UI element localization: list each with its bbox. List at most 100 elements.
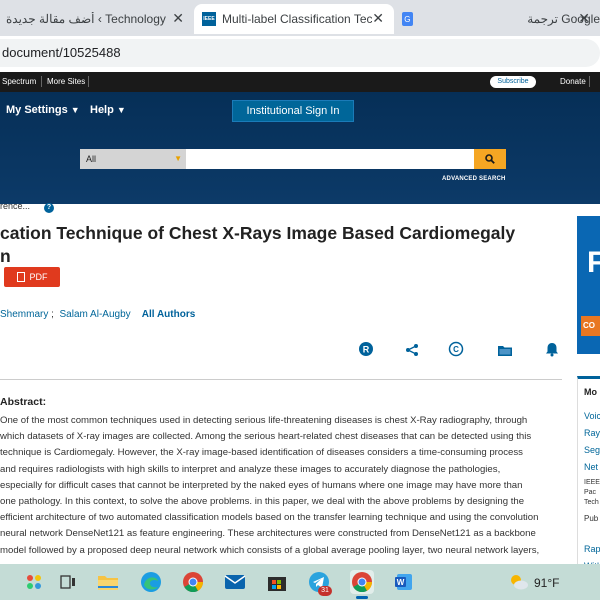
- svg-text:W: W: [397, 578, 405, 587]
- help-label: Help: [90, 104, 114, 116]
- copyright-button[interactable]: C: [447, 340, 465, 358]
- related-article-link[interactable]: Voic: [584, 411, 600, 421]
- bell-icon: [546, 342, 558, 356]
- file-explorer-icon[interactable]: [96, 570, 120, 594]
- author-list: Shemmary ; Salam Al-Augby All Authors: [0, 309, 196, 320]
- search-input[interactable]: [186, 149, 474, 169]
- author-link[interactable]: Shemmary: [0, 309, 48, 320]
- help-menu[interactable]: Help ▼: [90, 104, 126, 116]
- browser-tab-ieee-article[interactable]: IEEE Multi-label Classification Techni ✕: [194, 4, 394, 34]
- browser-toolbar: document/10525488: [0, 36, 600, 70]
- abstract-heading: Abstract:: [0, 396, 47, 408]
- address-bar[interactable]: document/10525488: [0, 39, 600, 67]
- related-article-link[interactable]: Rap: [584, 544, 600, 554]
- related-article-link[interactable]: Seg: [584, 445, 600, 455]
- chevron-down-icon: ▼: [116, 105, 126, 115]
- abstract-line: one pathology. In this context, to solve…: [0, 496, 525, 508]
- chrome-icon[interactable]: [181, 570, 205, 594]
- pdf-button[interactable]: PDF: [4, 267, 60, 287]
- windows-taskbar: 31 W 91°F: [0, 564, 600, 600]
- related-meta: Tech: [584, 499, 599, 506]
- search-button[interactable]: [474, 149, 506, 169]
- abstract-body: One of the most common techniques used i…: [0, 413, 560, 559]
- panel-heading: Mo: [584, 387, 597, 397]
- my-settings-label: My Settings: [6, 104, 68, 116]
- subscribe-button[interactable]: Subscribe: [490, 76, 536, 88]
- related-article-link[interactable]: Net: [584, 462, 598, 472]
- breadcrumb-text[interactable]: rence...: [0, 201, 30, 211]
- caret-down-icon: ▼: [174, 154, 182, 163]
- google-translate-favicon-icon: G: [402, 12, 413, 26]
- pdf-label: PDF: [29, 272, 48, 282]
- ad-letter: F: [587, 246, 600, 279]
- alerts-button[interactable]: [543, 340, 561, 358]
- active-app-indicator: [356, 596, 368, 599]
- tab-label: أضف مقالة جديدة ‹ Technology: [6, 12, 166, 26]
- title-line: cation Technique of Chest X-Rays Image B…: [0, 223, 516, 243]
- browser-tab-strip: أضف مقالة جديدة ‹ Technology ✕ IEEE Mult…: [0, 0, 600, 36]
- divider: [88, 76, 89, 87]
- abstract-line: especially for difficult cases that cann…: [0, 479, 523, 491]
- chevron-down-icon: ▼: [70, 105, 80, 115]
- ad-button[interactable]: CO: [581, 316, 600, 336]
- help-icon[interactable]: ?: [44, 203, 55, 213]
- close-tab-icon[interactable]: ✕: [372, 10, 384, 27]
- abstract-line: model followed by a proposed deep neural…: [0, 544, 540, 556]
- more-like-this-panel: Mo Voic Ray Seg Net IEEE Pac Tech Pub Ra…: [577, 376, 600, 576]
- ieee-top-bar: Spectrum More Sites Subscribe Donate: [0, 72, 600, 92]
- search-scope-value: All: [86, 154, 97, 164]
- search-icon: [485, 154, 495, 164]
- institutional-sign-in-button[interactable]: Institutional Sign In: [232, 100, 354, 122]
- title-line: n: [0, 246, 11, 266]
- related-pub: Pub: [584, 514, 599, 523]
- breadcrumb: rence...?: [0, 201, 55, 213]
- article-title: cation Technique of Chest X-Rays Image B…: [0, 222, 570, 268]
- close-tab-icon[interactable]: ✕: [172, 10, 184, 27]
- svg-text:C: C: [453, 345, 459, 354]
- abstract-line: One of the most common techniques used i…: [0, 415, 528, 426]
- related-meta: Pac: [584, 489, 597, 496]
- advertisement-banner[interactable]: F CO: [577, 216, 600, 354]
- more-sites-link[interactable]: More Sites: [47, 77, 85, 86]
- abstract-line: efficient architecture of two automated …: [0, 512, 539, 524]
- ieee-favicon-icon: IEEE: [202, 12, 216, 26]
- task-view-icon[interactable]: [56, 570, 80, 594]
- temperature-readout: 91°F: [534, 576, 560, 590]
- store-icon[interactable]: [265, 570, 289, 594]
- search-scope-select[interactable]: All ▼: [80, 149, 186, 169]
- weather-icon[interactable]: [507, 570, 531, 594]
- spectrum-link[interactable]: Spectrum: [2, 77, 36, 86]
- donate-link[interactable]: Donate: [560, 77, 586, 86]
- abstract-line: which datasets of X-ray images are colle…: [0, 431, 532, 443]
- save-to-folder-button[interactable]: [496, 341, 514, 359]
- close-tab-icon[interactable]: ✕: [578, 10, 590, 27]
- pdf-file-icon: [16, 272, 25, 282]
- share-button[interactable]: [403, 341, 421, 359]
- edge-browser-icon[interactable]: [139, 570, 163, 594]
- rights-r-icon: R: [359, 342, 373, 356]
- word-icon[interactable]: W: [392, 570, 416, 594]
- ieee-main-header: My Settings ▼ Help ▼ Institutional Sign In…: [0, 92, 600, 204]
- related-article-link[interactable]: Ray: [584, 428, 600, 438]
- author-link[interactable]: Salam Al-Augby: [59, 309, 130, 320]
- my-settings-menu[interactable]: My Settings ▼: [6, 104, 80, 116]
- svg-text:R: R: [363, 345, 370, 355]
- tab-label: Multi-label Classification Techni: [222, 12, 372, 26]
- rights-permissions-button[interactable]: R: [357, 340, 375, 358]
- divider: [41, 76, 42, 87]
- abstract-line: technique is Cardiomegaly. However, the …: [0, 447, 523, 459]
- advanced-search-link[interactable]: ADVANCED SEARCH: [442, 176, 506, 182]
- divider: [589, 76, 590, 87]
- section-divider: [0, 379, 562, 380]
- widgets-icon[interactable]: [22, 570, 46, 594]
- browser-tab-google-translate[interactable]: G ترجمة Google ✕: [394, 4, 600, 34]
- related-meta: IEEE: [584, 479, 600, 486]
- share-icon: [406, 344, 418, 356]
- browser-tab-technology[interactable]: أضف مقالة جديدة ‹ Technology ✕: [0, 4, 194, 34]
- folder-icon: [498, 345, 512, 356]
- all-authors-link[interactable]: All Authors: [142, 309, 196, 320]
- telegram-badge: 31: [318, 586, 332, 596]
- mail-icon[interactable]: [223, 570, 247, 594]
- chrome-active-icon[interactable]: [350, 570, 374, 594]
- copyright-icon: C: [448, 341, 464, 357]
